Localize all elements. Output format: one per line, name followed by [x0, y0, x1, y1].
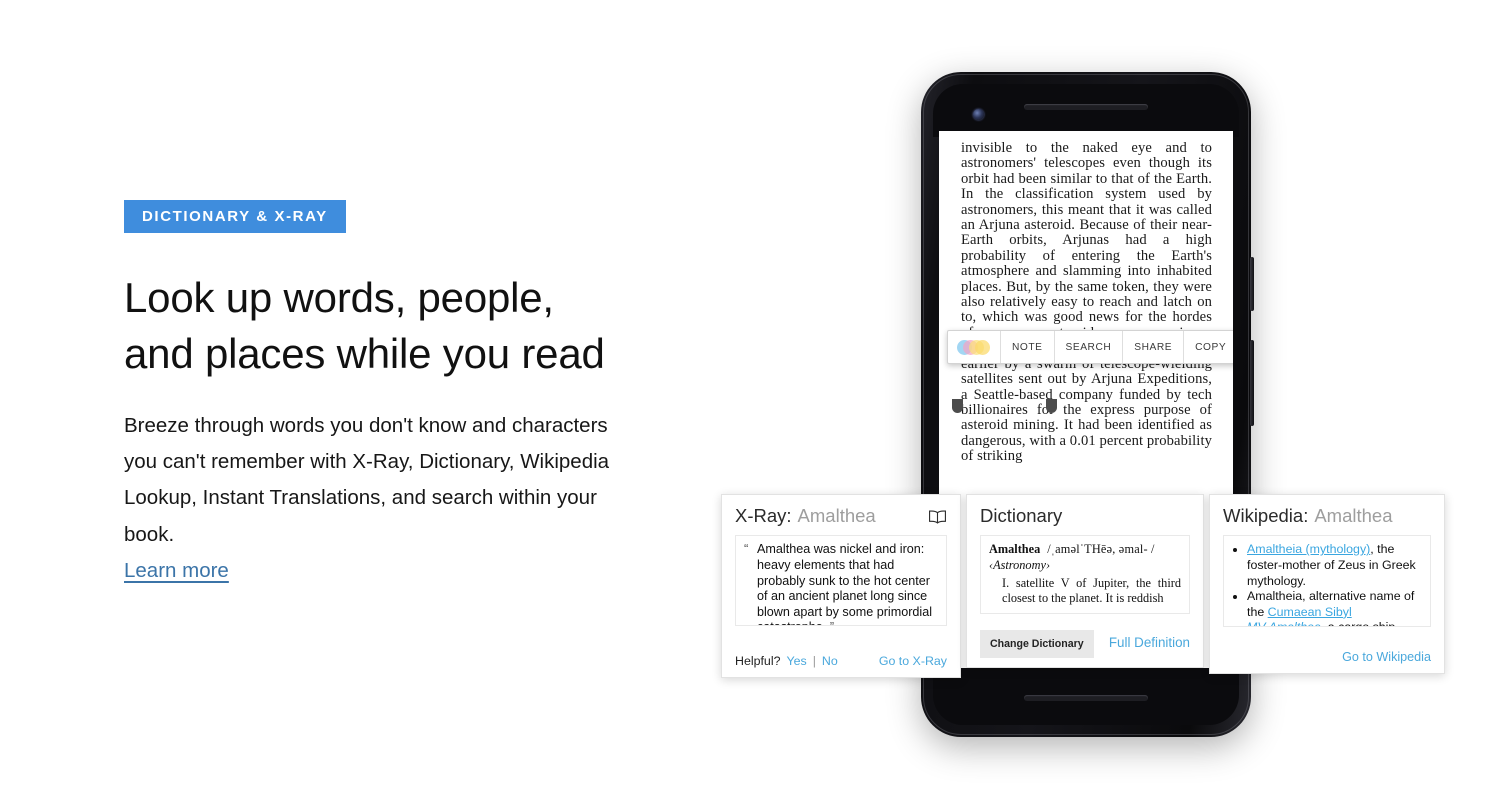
learn-more-link[interactable]: Learn more [124, 559, 229, 583]
front-camera-icon [973, 109, 984, 120]
dictionary-card[interactable]: Dictionary Amalthea/ˌaməlˈTHēə, əmal- / … [966, 494, 1204, 668]
selection-handle-right[interactable] [1046, 399, 1057, 413]
headline-line-2: and places while you read [124, 329, 605, 377]
wikipedia-link-1[interactable]: Amaltheia (mythology) [1247, 542, 1370, 556]
xray-card-subject: Amalthea [797, 505, 876, 526]
wikipedia-card-title: Wikipedia: Amalthea [1223, 505, 1431, 526]
ebook-page-text: invisible to the naked eye and to astron… [961, 140, 1212, 465]
helpful-separator: | [812, 654, 816, 668]
helpful-label: Helpful? [735, 654, 781, 668]
xray-card[interactable]: X-Ray: Amalthea “ Amalthea was nickel and… [721, 494, 961, 678]
xray-quote-body: Amalthea was nickel and iron: heavy elem… [757, 542, 932, 625]
headline-line-1: Look up words, people, [124, 274, 554, 321]
open-book-icon [929, 510, 946, 524]
quote-close-icon: ” [830, 620, 834, 625]
dictionary-part-of-speech: ‹Astronomy› [989, 558, 1051, 573]
helpful-no-button[interactable]: No [822, 654, 838, 668]
wikipedia-link-3[interactable]: MV Amalthea [1247, 620, 1321, 626]
wikipedia-text-3: , a cargo ship [1320, 620, 1396, 628]
dictionary-entry-box: Amalthea/ˌaməlˈTHēə, əmal- / ‹Astronomy›… [980, 535, 1190, 615]
xray-card-label: X-Ray: [735, 505, 792, 526]
page-title: Look up words, people, and places while … [124, 270, 684, 382]
go-to-wikipedia-link[interactable]: Go to Wikipedia [1342, 650, 1431, 664]
wikipedia-card[interactable]: Wikipedia: Amalthea Amaltheia (mythology… [1209, 494, 1445, 674]
dictionary-pronunciation: /ˌaməlˈTHēə, əmal- / [1047, 542, 1155, 557]
text-selection-toolbar[interactable]: NOTE SEARCH SHARE COPY [947, 330, 1233, 364]
toolbar-search-button[interactable]: SEARCH [1053, 331, 1123, 363]
dictionary-term: Amalthea [989, 542, 1041, 557]
quote-open-icon: “ [744, 541, 749, 557]
change-dictionary-button[interactable]: Change Dictionary [980, 630, 1094, 658]
highlighter-colors-icon[interactable] [948, 331, 1000, 363]
ebook-paragraph-1: invisible to the naked eye and to astron… [961, 140, 1212, 340]
dictionary-entry: Amalthea/ˌaməlˈTHēə, əmal- / ‹Astronomy›… [989, 542, 1181, 606]
bottom-speaker-icon [1024, 695, 1148, 701]
helpful-yes-button[interactable]: Yes [786, 654, 806, 668]
phone-top-bezel [933, 84, 1239, 137]
wikipedia-card-subject: Amalthea [1314, 505, 1393, 526]
list-item: Amaltheia (mythology), the foster-mother… [1247, 542, 1422, 589]
wikipedia-link-2[interactable]: Cumaean Sibyl [1268, 605, 1352, 619]
dictionary-card-title: Dictionary [980, 505, 1190, 526]
list-item: MV Amalthea, a cargo ship [1247, 620, 1422, 628]
toolbar-note-button[interactable]: NOTE [1000, 331, 1054, 363]
go-to-xray-link[interactable]: Go to X-Ray [879, 654, 947, 668]
selection-handle-left[interactable] [952, 399, 963, 413]
phone-bottom-bezel [933, 663, 1239, 725]
marketing-copy-column: DICTIONARY & X-RAY Look up words, people… [124, 200, 684, 583]
xray-card-title: X-Ray: Amalthea [735, 505, 947, 526]
power-button[interactable] [1250, 257, 1254, 311]
body-copy: Breeze through words you don't know and … [124, 413, 610, 546]
xray-quote-text: “ Amalthea was nickel and iron: heavy ele… [744, 541, 938, 625]
toolbar-copy-button[interactable]: COPY [1183, 331, 1233, 363]
toolbar-share-button[interactable]: SHARE [1122, 331, 1183, 363]
section-badge: DICTIONARY & X-RAY [124, 200, 346, 233]
earpiece-speaker-icon [1024, 104, 1148, 110]
xray-quote-box: “ Amalthea was nickel and iron: heavy ele… [735, 535, 947, 627]
wikipedia-card-label: Wikipedia: [1223, 505, 1309, 526]
wikipedia-results-box: Amaltheia (mythology), the foster-mother… [1223, 535, 1431, 628]
volume-button[interactable] [1250, 340, 1254, 426]
full-definition-link[interactable]: Full Definition [1109, 635, 1190, 650]
dictionary-card-label: Dictionary [980, 505, 1063, 526]
xray-card-footer: Helpful? Yes | No Go to X-Ray [735, 654, 947, 668]
list-item: Amaltheia, alternative name of the Cumae… [1247, 589, 1422, 620]
dictionary-sense: I. satellite V of Jupiter, the third clo… [1002, 576, 1181, 606]
wikipedia-result-list: Amaltheia (mythology), the foster-mother… [1232, 542, 1422, 628]
